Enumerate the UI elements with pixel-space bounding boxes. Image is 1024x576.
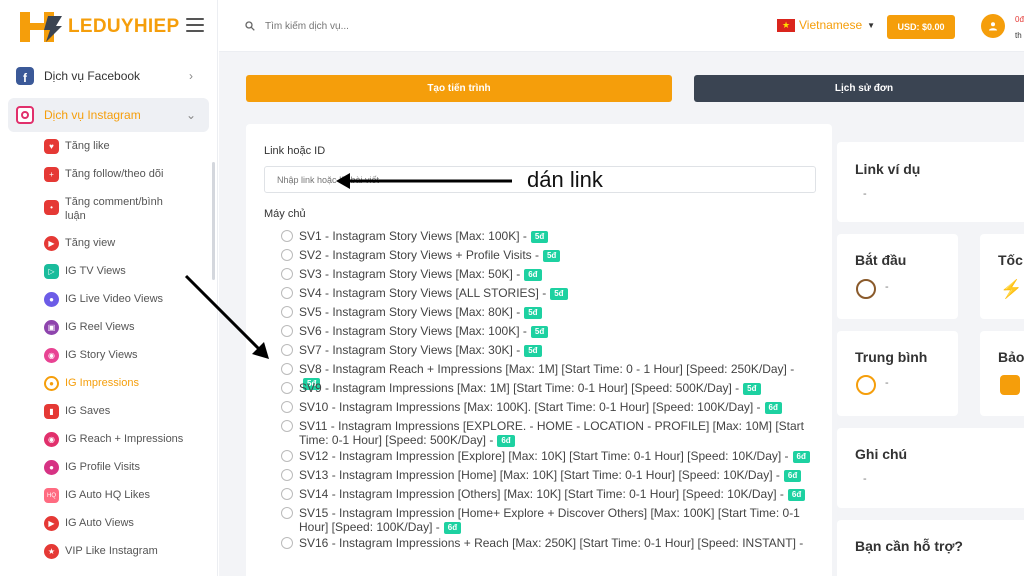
arrow-left-icon: [336, 173, 512, 189]
arrow-down-right-icon: [184, 274, 269, 359]
annotation-text: dán link: [527, 167, 603, 192]
app-root: LEDUYHIEP f Dịch vụ Facebook › Dịch vụ I…: [0, 0, 1024, 576]
annotation-overlay: [184, 173, 512, 359]
